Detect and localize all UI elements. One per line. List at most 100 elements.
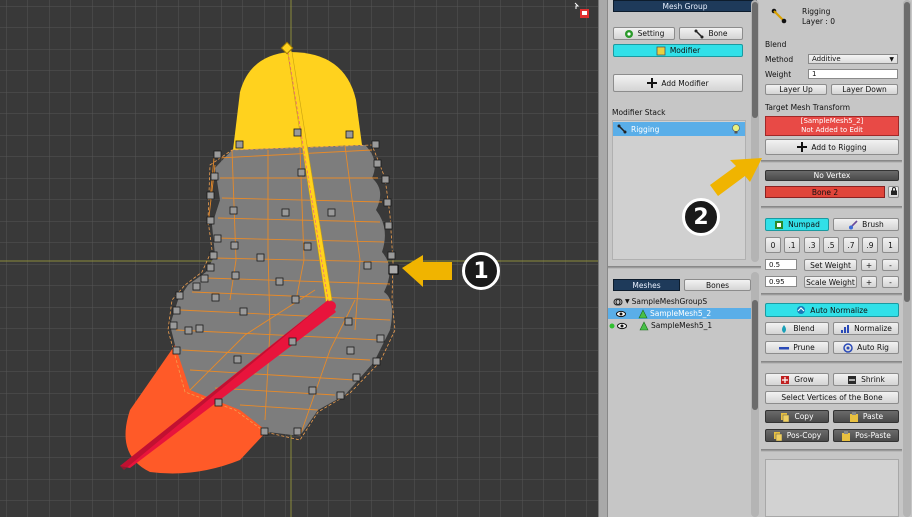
numpad-key-0-5[interactable]: .5: [823, 237, 839, 253]
shrink-button[interactable]: Shrink: [833, 373, 899, 386]
scale-weight-input[interactable]: 0.95: [765, 276, 797, 287]
mesh-icon: [639, 320, 649, 331]
weight-plus-button[interactable]: +: [861, 259, 877, 271]
auto-rig-icon: [843, 342, 853, 353]
right-divider-1: [761, 160, 902, 163]
numpad-key-0-9[interactable]: .9: [862, 237, 878, 253]
modifier-layer: Layer : 0: [802, 17, 835, 26]
blend-button[interactable]: Blend: [765, 322, 829, 335]
mesh-group-panel: Mesh Group Setting Bone Modifier Add Mod…: [608, 0, 761, 517]
selected-bone[interactable]: Bone 2: [765, 186, 885, 198]
add-icon: [647, 78, 658, 88]
scale-weight-button[interactable]: Scale Weight: [804, 276, 857, 288]
scale-minus-button[interactable]: -: [882, 276, 899, 288]
tab-meshes[interactable]: Meshes: [613, 279, 680, 291]
bone-icon: [694, 29, 704, 39]
pos-paste-button[interactable]: Pos-Paste: [833, 429, 899, 442]
tab-bones[interactable]: Bones: [684, 279, 751, 291]
set-weight-input[interactable]: 0.5: [765, 259, 797, 270]
editor-viewport[interactable]: 1: [0, 0, 598, 517]
paste-button[interactable]: Paste: [833, 410, 899, 423]
mid-top-scrollbar[interactable]: [751, 0, 759, 262]
select-vertices-button[interactable]: Select Vertices of the Bone: [765, 391, 899, 404]
lock-icon: [890, 187, 898, 197]
copy-button[interactable]: Copy: [765, 410, 829, 423]
viewport-canvas[interactable]: [0, 0, 598, 517]
mesh-group-header: Mesh Group: [613, 0, 757, 12]
set-weight-button[interactable]: Set Weight: [804, 259, 857, 271]
prune-icon: [779, 343, 790, 353]
grow-button[interactable]: Grow: [765, 373, 829, 386]
numpad-key-0-3[interactable]: .3: [804, 237, 820, 253]
status-dot-icon: [609, 321, 615, 331]
numpad-key-0[interactable]: 0: [765, 237, 781, 253]
numpad-button[interactable]: Numpad: [765, 218, 829, 231]
panel-splitter[interactable]: [598, 0, 608, 517]
add-to-rigging-button[interactable]: Add to Rigging: [765, 139, 899, 155]
target-mesh-status: [SampleMesh5_2] Not Added to Edit: [765, 116, 899, 136]
blend-label: Blend: [765, 40, 787, 49]
brush-icon: [848, 219, 858, 230]
modifier-button[interactable]: Modifier: [613, 44, 743, 57]
grow-icon: [780, 375, 790, 385]
layer-up-button[interactable]: Layer Up: [765, 84, 827, 95]
pos-copy-icon: [773, 431, 783, 441]
scale-plus-button[interactable]: +: [861, 276, 877, 288]
weight-minus-button[interactable]: -: [882, 259, 899, 271]
eye-icon[interactable]: [616, 309, 626, 319]
weight-input[interactable]: 1: [808, 69, 898, 79]
setting-button[interactable]: Setting: [613, 27, 675, 40]
dropdown-arrow-icon: ▼: [889, 55, 894, 63]
callout-1: 1: [462, 252, 500, 290]
expand-icon[interactable]: ▼: [625, 298, 630, 305]
numpad-key-1[interactable]: 1: [882, 237, 899, 253]
normalize-icon: [840, 324, 850, 334]
mid-bottom-scrollbar[interactable]: [751, 272, 759, 517]
mid-divider[interactable]: [608, 266, 761, 269]
bone-button[interactable]: Bone: [679, 27, 743, 40]
modifier-icon: [656, 46, 666, 56]
right-divider-5: [761, 449, 902, 452]
shrink-icon: [847, 375, 857, 385]
right-divider-2: [761, 206, 902, 209]
prune-button[interactable]: Prune: [765, 341, 829, 354]
right-scrollbar[interactable]: [903, 0, 911, 517]
modifier-title: Rigging: [802, 7, 831, 16]
tree-row-mesh5-2[interactable]: SampleMesh5_2: [608, 308, 751, 319]
add-modifier-button[interactable]: Add Modifier: [613, 74, 743, 92]
lightbulb-icon[interactable]: [731, 124, 741, 134]
tree-row-mesh5-1[interactable]: SampleMesh5_1: [608, 320, 751, 331]
method-select[interactable]: Additive ▼: [808, 54, 898, 64]
pos-copy-button[interactable]: Pos-Copy: [765, 429, 829, 442]
auto-normalize-icon: [796, 305, 806, 315]
modifier-properties-panel: Rigging Layer : 0 Blend Method Additive …: [761, 0, 912, 517]
target-mesh-name: [SampleMesh5_2]: [800, 117, 864, 125]
normalize-button[interactable]: Normalize: [833, 322, 899, 335]
method-label: Method: [765, 55, 794, 64]
numpad-key-0-1[interactable]: .1: [784, 237, 800, 253]
layer-down-button[interactable]: Layer Down: [831, 84, 898, 95]
mesh-group-icon: [613, 297, 623, 307]
paste-icon: [849, 411, 859, 422]
setting-icon: [624, 29, 634, 39]
right-divider-3: [761, 293, 902, 296]
bone-joint[interactable]: [326, 301, 336, 311]
tree-group-row[interactable]: ▼ SampleMeshGroupS: [613, 296, 707, 307]
rigging-icon: [617, 124, 627, 134]
modifier-stack-label: Modifier Stack: [612, 108, 666, 117]
bone-lock-button[interactable]: [888, 186, 899, 198]
vertex-highlighted[interactable]: [388, 264, 399, 275]
eye-icon[interactable]: [617, 321, 627, 331]
target-mesh-label: Target Mesh Transform: [765, 103, 851, 112]
mesh-icon: [638, 308, 648, 319]
right-divider-4: [761, 361, 902, 364]
auto-normalize-button[interactable]: Auto Normalize: [765, 303, 899, 317]
numpad-key-0-7[interactable]: .7: [843, 237, 859, 253]
brush-button[interactable]: Brush: [833, 218, 899, 231]
stack-item-rigging[interactable]: Rigging: [613, 122, 745, 136]
pos-paste-icon: [841, 430, 851, 441]
weight-label: Weight: [765, 70, 792, 79]
copy-icon: [780, 412, 790, 422]
auto-rig-button[interactable]: Auto Rig: [833, 341, 899, 354]
bone-weight-preview: [765, 459, 899, 517]
